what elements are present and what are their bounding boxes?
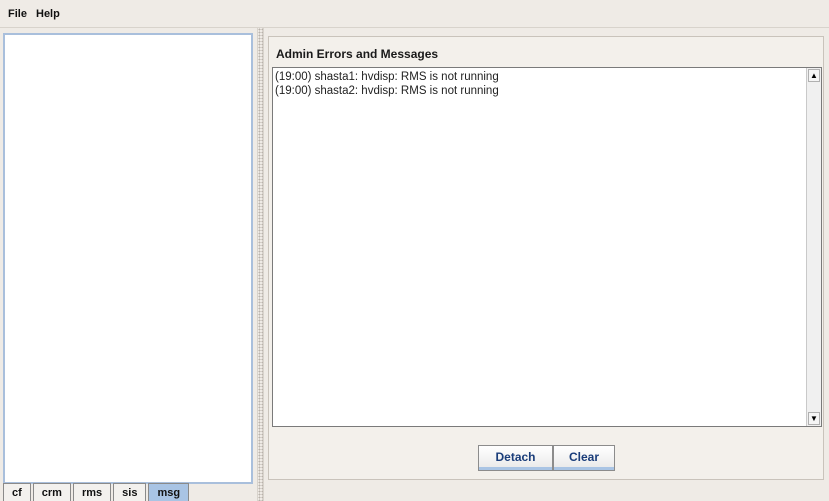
- tab-sis[interactable]: sis: [113, 483, 147, 501]
- messages-text-area[interactable]: (19:00) shasta1: hvdisp: RMS is not runn…: [272, 67, 822, 427]
- panel-title: Admin Errors and Messages: [276, 47, 439, 61]
- clear-button[interactable]: Clear: [553, 445, 615, 471]
- message-line: (19:00) shasta2: hvdisp: RMS is not runn…: [275, 85, 499, 97]
- vertical-scrollbar[interactable]: ▲ ▼: [806, 68, 821, 426]
- tab-rms[interactable]: rms: [72, 483, 112, 501]
- tab-msg[interactable]: msg: [148, 483, 190, 501]
- menu-help[interactable]: Help: [36, 8, 60, 20]
- message-list: (19:00) shasta1: hvdisp: RMS is not runn…: [275, 70, 499, 98]
- split-pane-divider[interactable]: [257, 28, 264, 501]
- scroll-up-arrow-icon[interactable]: ▲: [808, 69, 820, 82]
- tab-crm[interactable]: crm: [32, 483, 71, 501]
- tree-view-panel[interactable]: [3, 33, 253, 484]
- menu-bar: File Help: [0, 0, 829, 28]
- tab-cf[interactable]: cf: [3, 483, 31, 501]
- detach-button[interactable]: Detach: [478, 445, 553, 471]
- scroll-down-arrow-icon[interactable]: ▼: [808, 412, 820, 425]
- message-line: (19:00) shasta1: hvdisp: RMS is not runn…: [275, 71, 499, 83]
- tab-bar: cf crm rms sis msg: [3, 483, 191, 501]
- menu-file[interactable]: File: [8, 8, 27, 20]
